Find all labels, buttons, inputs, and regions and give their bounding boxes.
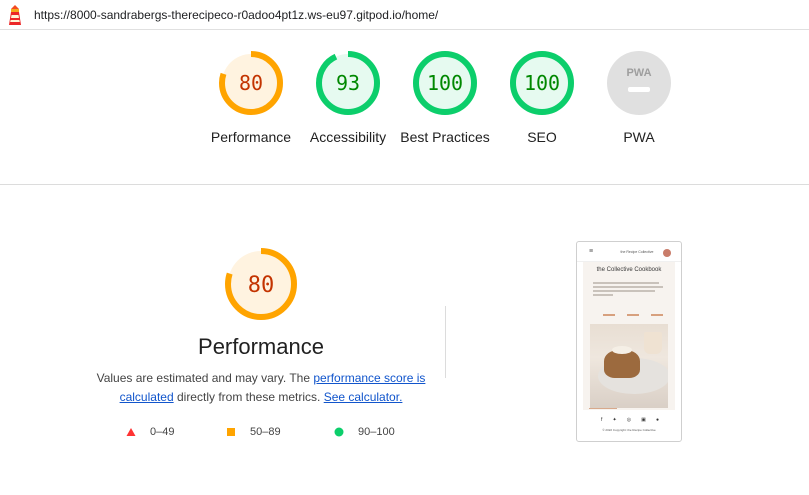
legend-pass-range: 90–100 bbox=[358, 426, 395, 438]
text-line bbox=[593, 290, 655, 292]
footer-accent bbox=[589, 408, 617, 409]
gauge-accessibility[interactable]: 93 Accessibility bbox=[300, 50, 396, 147]
gauge-label: PWA bbox=[623, 129, 655, 145]
category-gauges: 80 Performance 93 Accessibility 100 Best Pr… bbox=[0, 30, 809, 185]
see-calculator-link[interactable]: See calculator. bbox=[324, 390, 403, 404]
github-icon: ● bbox=[655, 417, 659, 423]
gauge-label: Performance bbox=[210, 129, 292, 145]
pass-circle-icon bbox=[334, 427, 344, 437]
score-ring: 93 bbox=[316, 51, 380, 115]
legend-fail: 0–49 bbox=[126, 426, 174, 438]
legend-average: 50–89 bbox=[226, 426, 281, 438]
pwa-badge-text: PWA bbox=[626, 67, 651, 79]
performance-description: Values are estimated and may vary. The p… bbox=[96, 369, 426, 407]
gauge-label: Accessibility bbox=[309, 129, 387, 145]
performance-score-gauge: 80 bbox=[224, 247, 298, 326]
twitter-icon: ✦ bbox=[612, 417, 617, 423]
final-screenshot-thumbnail[interactable]: ≡ the Recipe Collective the Collective C… bbox=[576, 241, 682, 442]
text-line bbox=[593, 294, 613, 296]
fail-triangle-icon bbox=[126, 428, 136, 436]
score-ring: 80 bbox=[225, 248, 297, 320]
screenshot-navbar: ≡ the Recipe Collective bbox=[577, 242, 681, 262]
gauge-best-practices[interactable]: 100 Best Practices bbox=[397, 50, 493, 147]
score-ring: 100 bbox=[413, 51, 477, 115]
score-value: 93 bbox=[336, 71, 360, 95]
text-line bbox=[593, 286, 663, 288]
text-line bbox=[593, 282, 659, 284]
performance-title: Performance bbox=[198, 334, 324, 359]
screenshot-brand: the Recipe Collective bbox=[620, 250, 654, 254]
recipe-photo bbox=[590, 324, 668, 408]
gauge-performance[interactable]: 80 Performance bbox=[203, 50, 299, 147]
instagram-icon: ◎ bbox=[626, 417, 632, 423]
gauge-seo[interactable]: 100 SEO bbox=[494, 50, 590, 147]
pwa-dash-icon bbox=[628, 87, 650, 92]
score-value: 80 bbox=[239, 71, 263, 95]
legend-fail-range: 0–49 bbox=[150, 426, 175, 438]
gauge-label: Best Practices bbox=[400, 129, 490, 145]
legend-pass: 90–100 bbox=[334, 426, 395, 438]
legend-average-range: 50–89 bbox=[250, 426, 281, 438]
desc-text-1: Values are estimated and may vary. The bbox=[96, 371, 314, 385]
score-value: 100 bbox=[427, 71, 463, 95]
score-ring: 80 bbox=[219, 51, 283, 115]
social-icons: f ✦ ◎ ▣ ● bbox=[601, 417, 659, 423]
report-url-bar: https://8000-sandrabergs-therecipeco-r0a… bbox=[0, 0, 809, 30]
performance-section: 80 Performance Values are estimated and … bbox=[0, 186, 809, 495]
avatar bbox=[663, 249, 671, 257]
score-value: 80 bbox=[248, 273, 275, 298]
score-ring: PWA bbox=[607, 51, 671, 115]
gauge-label: SEO bbox=[527, 129, 557, 145]
screenshot-links bbox=[603, 314, 663, 316]
gauge-pwa[interactable]: PWA PWA bbox=[591, 50, 687, 147]
page-url[interactable]: https://8000-sandrabergs-therecipeco-r0a… bbox=[34, 8, 438, 22]
screenshot-content: the Collective Cookbook bbox=[583, 262, 675, 410]
linkedin-icon: ▣ bbox=[641, 417, 646, 423]
section-divider bbox=[445, 306, 446, 378]
hamburger-menu-icon: ≡ bbox=[589, 248, 594, 255]
score-ring: 100 bbox=[510, 51, 574, 115]
facebook-icon: f bbox=[601, 417, 603, 423]
score-value: 100 bbox=[524, 71, 560, 95]
screenshot-title: the Collective Cookbook bbox=[596, 267, 662, 273]
average-square-icon bbox=[227, 428, 235, 436]
desc-text-2: directly from these metrics. bbox=[173, 390, 324, 404]
lighthouse-logo-icon bbox=[9, 5, 21, 25]
screenshot-copyright: © 2022 Copyright: the Recipe Collective bbox=[602, 428, 656, 432]
